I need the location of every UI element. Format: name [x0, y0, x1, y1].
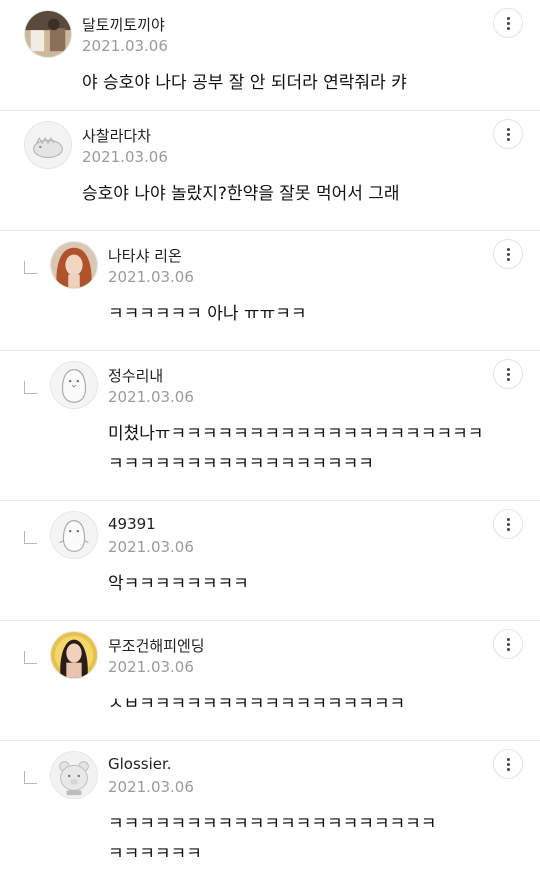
- more-vertical-icon[interactable]: [493, 509, 523, 539]
- reply-item: 49391 2021.03.06 악ㅋㅋㅋㅋㅋㅋㅋㅋ: [0, 501, 540, 621]
- more-vertical-icon[interactable]: [493, 239, 523, 269]
- comment-text: 미쳤나ㅠㅋㅋㅋㅋㅋㅋㅋㅋㅋㅋㅋㅋㅋㅋㅋㅋㅋㅋㅋㅋ ㅋㅋㅋㅋㅋㅋㅋㅋㅋㅋㅋㅋㅋㅋㅋ…: [108, 419, 483, 479]
- comment-author[interactable]: 49391: [108, 515, 156, 533]
- more-vertical-icon[interactable]: [493, 629, 523, 659]
- comment-text-line: 야 승호야 나다 공부 잘 안 되더라 연락줘라 캬: [82, 73, 407, 93]
- comment-text: 승호야 나야 놀랐지?한약을 잘못 먹어서 그래: [82, 179, 400, 209]
- bear-avatar[interactable]: [50, 751, 98, 799]
- reply-item: 무조건해피엔딩 2021.03.06 ㅅㅂㅋㅋㅋㅋㅋㅋㅋㅋㅋㅋㅋㅋㅋㅋㅋㅋㅋ: [0, 621, 540, 741]
- comment-text-line: 승호야 나야 놀랐지?한약을 잘못 먹어서 그래: [82, 184, 400, 204]
- comment-text-line: 악ㅋㅋㅋㅋㅋㅋㅋㅋ: [108, 574, 249, 594]
- photo-avatar[interactable]: [50, 631, 98, 679]
- more-vertical-icon[interactable]: [493, 749, 523, 779]
- reply-item: 나타샤 리온 2021.03.06 ㅋㅋㅋㅋㅋㅋ 아나 ㅠㅠㅋㅋ: [0, 231, 540, 351]
- comment-date: 2021.03.06: [108, 538, 194, 556]
- reply-item: 정수리내 2021.03.06 미쳤나ㅠㅋㅋㅋㅋㅋㅋㅋㅋㅋㅋㅋㅋㅋㅋㅋㅋㅋㅋㅋㅋ…: [0, 351, 540, 501]
- penguin-avatar[interactable]: [50, 511, 98, 559]
- comment-text-line: ㅅㅂㅋㅋㅋㅋㅋㅋㅋㅋㅋㅋㅋㅋㅋㅋㅋㅋㅋ: [108, 694, 406, 714]
- comment-date: 2021.03.06: [82, 148, 168, 166]
- penguin-avatar[interactable]: [50, 361, 98, 409]
- comment-date: 2021.03.06: [108, 658, 194, 676]
- reply-arrow-icon: [24, 381, 37, 394]
- dino-avatar[interactable]: [24, 121, 72, 169]
- comment-item: 사찰라다차 2021.03.06 승호야 나야 놀랐지?한약을 잘못 먹어서 그…: [0, 111, 540, 231]
- reply-arrow-icon: [24, 651, 37, 664]
- comment-text: 악ㅋㅋㅋㅋㅋㅋㅋㅋ: [108, 569, 249, 599]
- comment-text: 야 승호야 나다 공부 잘 안 되더라 연락줘라 캬: [82, 68, 407, 98]
- comment-author[interactable]: 정수리내: [108, 365, 163, 386]
- reply-arrow-icon: [24, 261, 37, 274]
- comment-item: 달토끼토끼야 2021.03.06 야 승호야 나다 공부 잘 안 되더라 연락…: [0, 0, 540, 111]
- comment-text-line: ㅋㅋㅋㅋㅋㅋ 아나 ㅠㅠㅋㅋ: [108, 304, 307, 324]
- photo-avatar[interactable]: [24, 10, 72, 58]
- comment-author[interactable]: 나타샤 리온: [108, 245, 182, 266]
- reply-arrow-icon: [24, 771, 37, 784]
- comment-text-line: ㅋㅋㅋㅋㅋㅋ: [108, 844, 202, 864]
- comment-author[interactable]: 달토끼토끼야: [82, 14, 165, 35]
- comment-date: 2021.03.06: [108, 778, 194, 796]
- reply-arrow-icon: [24, 531, 37, 544]
- comment-author[interactable]: 사찰라다차: [82, 125, 151, 146]
- comment-date: 2021.03.06: [108, 388, 194, 406]
- more-vertical-icon[interactable]: [493, 119, 523, 149]
- comment-text: ㅅㅂㅋㅋㅋㅋㅋㅋㅋㅋㅋㅋㅋㅋㅋㅋㅋㅋㅋ: [108, 689, 405, 719]
- comment-date: 2021.03.06: [82, 37, 168, 55]
- comment-list: 달토끼토끼야 2021.03.06 야 승호야 나다 공부 잘 안 되더라 연락…: [0, 0, 540, 871]
- comment-text: ㅋㅋㅋㅋㅋㅋㅋㅋㅋㅋㅋㅋㅋㅋㅋㅋㅋㅋㅋㅋㅋ ㅋㅋㅋㅋㅋㅋ: [108, 809, 436, 869]
- comment-text-line: 미쳤나ㅠㅋㅋㅋㅋㅋㅋㅋㅋㅋㅋㅋㅋㅋㅋㅋㅋㅋㅋㅋㅋ: [108, 424, 484, 444]
- reply-item: Glossier. 2021.03.06 ㅋㅋㅋㅋㅋㅋㅋㅋㅋㅋㅋㅋㅋㅋㅋㅋㅋㅋㅋ…: [0, 741, 540, 871]
- comment-text-line: ㅋㅋㅋㅋㅋㅋㅋㅋㅋㅋㅋㅋㅋㅋㅋㅋㅋ: [108, 454, 374, 474]
- comment-author[interactable]: Glossier.: [108, 755, 172, 773]
- comment-author[interactable]: 무조건해피엔딩: [108, 635, 205, 656]
- comment-text-line: ㅋㅋㅋㅋㅋㅋㅋㅋㅋㅋㅋㅋㅋㅋㅋㅋㅋㅋㅋㅋㅋ: [108, 814, 437, 834]
- comment-text: ㅋㅋㅋㅋㅋㅋ 아나 ㅠㅠㅋㅋ: [108, 299, 307, 329]
- photo-avatar[interactable]: [50, 241, 98, 289]
- comment-date: 2021.03.06: [108, 268, 194, 286]
- more-vertical-icon[interactable]: [493, 8, 523, 38]
- more-vertical-icon[interactable]: [493, 359, 523, 389]
